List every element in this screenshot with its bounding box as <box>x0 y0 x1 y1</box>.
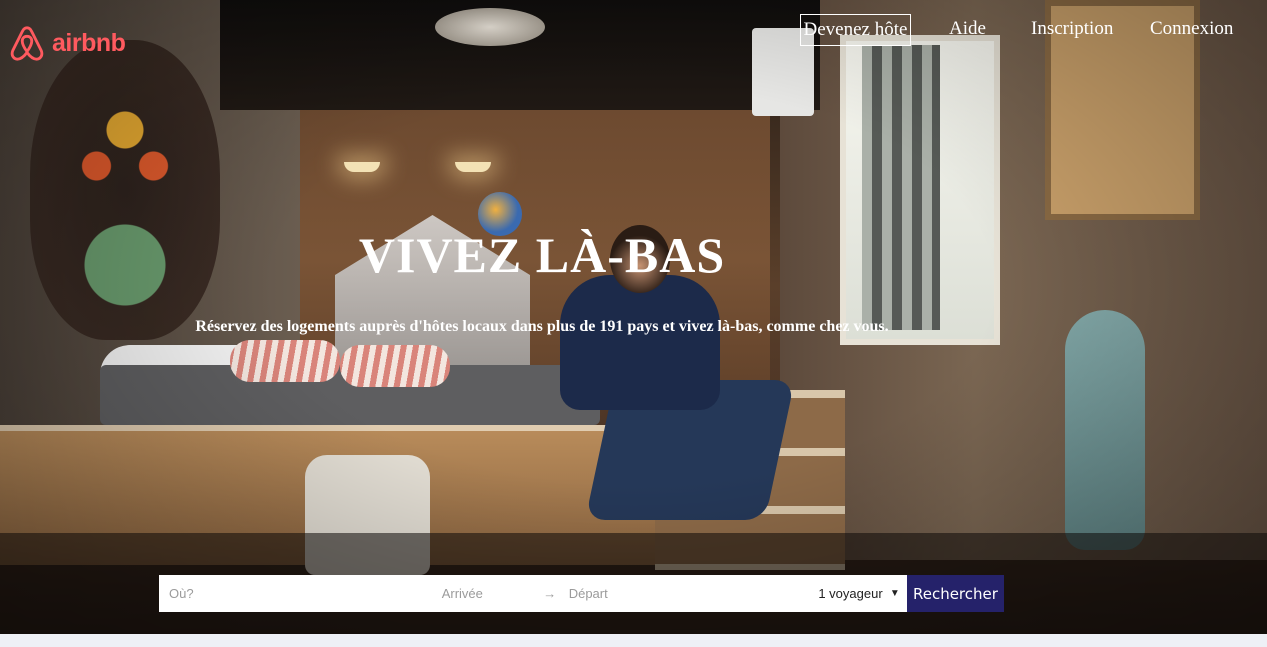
signup-link[interactable]: Inscription <box>1031 14 1113 46</box>
hero-background-image <box>0 0 1267 634</box>
where-input[interactable] <box>159 575 420 612</box>
airbnb-logo[interactable]: airbnb <box>8 24 126 62</box>
guests-select[interactable]: 1 voyageur <box>812 575 883 612</box>
caret-down-icon[interactable]: ▼ <box>882 575 907 612</box>
checkout-field[interactable]: Départ <box>565 586 608 601</box>
hero-subtitle: Réservez des logements auprès d'hôtes lo… <box>195 318 889 335</box>
search-button[interactable]: Rechercher <box>906 575 1004 612</box>
date-range: Arrivée → Départ <box>419 575 611 612</box>
logo-text: airbnb <box>52 28 126 57</box>
checkin-field[interactable]: Arrivée <box>420 586 535 601</box>
login-link[interactable]: Connexion <box>1150 14 1233 46</box>
search-bar: Arrivée → Départ 1 voyageur ▼ Rechercher <box>159 575 1004 612</box>
airbnb-belo-icon <box>10 26 44 61</box>
search-spacer <box>610 575 813 612</box>
become-host-button[interactable]: Devenez hôte <box>800 14 911 46</box>
help-link[interactable]: Aide <box>949 14 986 46</box>
arrow-right-icon: → <box>543 586 557 601</box>
hero-title: VIVEZ LÀ-BAS <box>358 227 726 283</box>
